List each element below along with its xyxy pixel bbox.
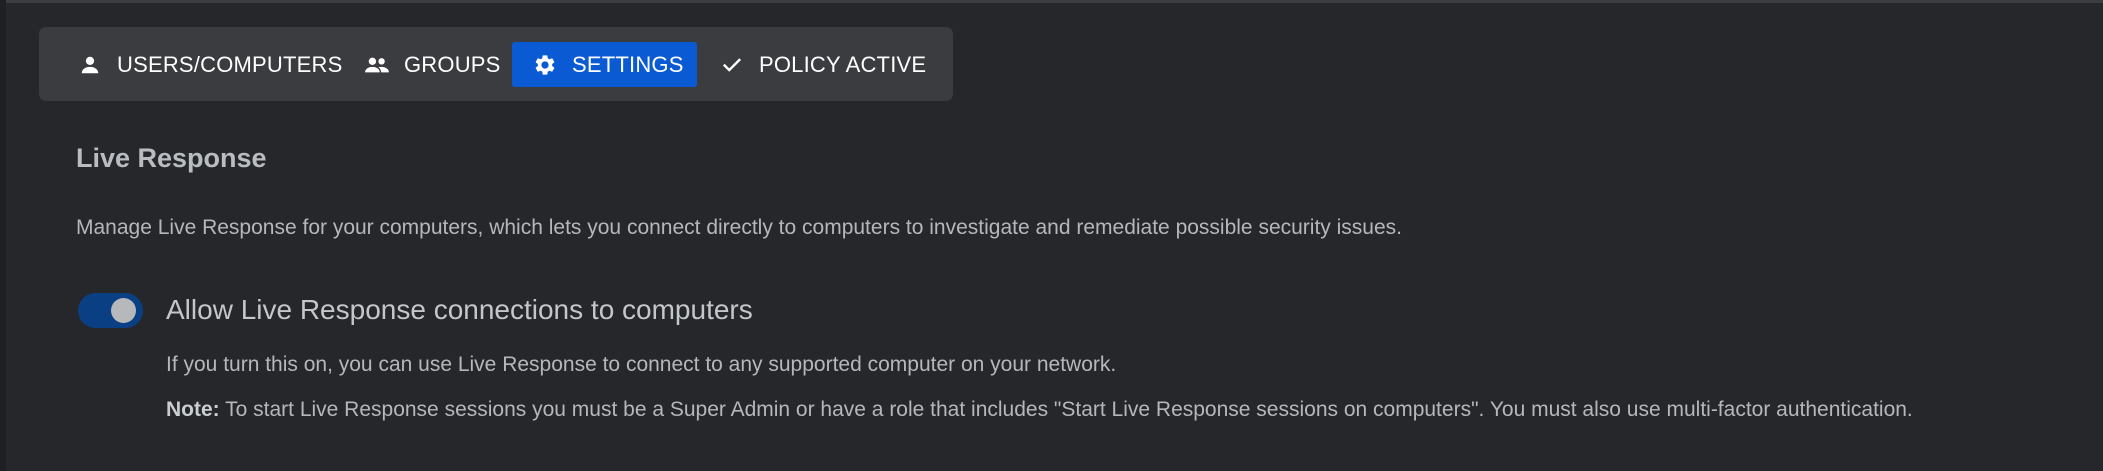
section-title: Live Response [76,143,267,173]
gear-icon [532,52,558,78]
toggle-label: Allow Live Response connections to compu… [166,294,753,325]
left-edge [0,0,6,471]
check-icon [719,52,745,78]
tab-label: USERS/COMPUTERS [117,51,343,77]
tab-settings[interactable]: SETTINGS [512,42,697,87]
group-icon [364,52,390,78]
note-body: To start Live Response sessions you must… [219,398,1913,421]
tab-users-computers[interactable]: USERS/COMPUTERS [77,42,342,87]
note-label: Note: [166,398,220,421]
note-text: Note: To start Live Response sessions yo… [166,398,1913,422]
tab-groups[interactable]: GROUPS [364,42,501,87]
person-icon [77,52,103,78]
tab-label: POLICY ACTIVE [759,51,927,77]
toggle-knob [111,298,136,323]
tab-label: GROUPS [404,51,501,77]
tab-label: SETTINGS [572,51,684,77]
top-divider [0,0,2103,3]
policy-tab-bar: USERS/COMPUTERS GROUPS SETTINGS POLICY A… [39,27,953,101]
tab-policy-active[interactable]: POLICY ACTIVE [719,42,926,87]
live-response-toggle[interactable] [78,293,143,328]
toggle-help-text: If you turn this on, you can use Live Re… [166,353,1117,376]
section-description: Manage Live Response for your computers,… [76,216,1402,239]
